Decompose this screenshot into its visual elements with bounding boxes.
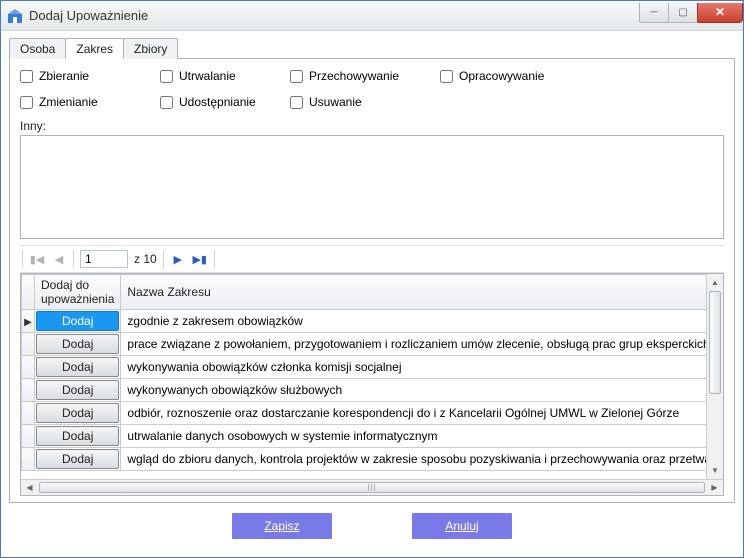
hscroll-thumb[interactable] xyxy=(39,482,705,493)
maximize-button[interactable]: ▢ xyxy=(668,3,698,23)
description-cell: utrwalanie danych osobowych w systemie i… xyxy=(121,425,706,448)
prev-page-icon[interactable]: ◀ xyxy=(51,251,67,267)
tab-strip: Osoba Zakres Zbiory xyxy=(9,37,735,59)
add-button[interactable]: Dodaj xyxy=(36,403,119,423)
check-zbieranie[interactable]: Zbieranie xyxy=(20,69,160,83)
save-button[interactable]: Zapisz xyxy=(232,513,332,539)
action-cell: Dodaj xyxy=(35,448,121,471)
table-row[interactable]: Dodajwykonywanych obowiązków służbowych xyxy=(22,379,707,402)
action-cell: Dodaj xyxy=(35,356,121,379)
row-header xyxy=(22,448,35,471)
check-opracowywanie[interactable]: Opracowywanie xyxy=(440,69,600,83)
scroll-right-icon[interactable]: ▶ xyxy=(706,480,723,495)
check-usuwanie[interactable]: Usuwanie xyxy=(290,95,440,109)
inny-textarea[interactable] xyxy=(20,135,724,239)
last-page-icon[interactable]: ▶▮ xyxy=(192,251,208,267)
scroll-up-icon[interactable]: ▲ xyxy=(707,274,723,291)
tab-body-zakres: Zbieranie Utrwalanie Przechowywanie Opra… xyxy=(9,59,735,503)
description-cell: wykonywania obowiązków członka komisji s… xyxy=(121,356,706,379)
table-row[interactable]: Dodajwykonywania obowiązków członka komi… xyxy=(22,356,707,379)
footer: Zapisz Anuluj xyxy=(9,503,735,549)
next-page-icon[interactable]: ▶ xyxy=(170,251,186,267)
description-cell: wykonywanych obowiązków służbowych xyxy=(121,379,706,402)
row-header xyxy=(22,425,35,448)
tab-zbiory[interactable]: Zbiory xyxy=(123,38,178,59)
row-pointer-icon: ▶ xyxy=(24,317,32,328)
check-zmienianie[interactable]: Zmienianie xyxy=(20,95,160,109)
checkbox-grid: Zbieranie Utrwalanie Przechowywanie Opra… xyxy=(20,69,724,109)
corner-header xyxy=(22,275,35,310)
add-button[interactable]: Dodaj xyxy=(36,334,119,354)
check-utrwalanie[interactable]: Utrwalanie xyxy=(160,69,290,83)
description-cell: wgląd do zbioru danych, kontrola projekt… xyxy=(121,448,706,471)
cancel-button[interactable]: Anuluj xyxy=(412,513,512,539)
column-header-name[interactable]: Nazwa Zakresu xyxy=(121,275,706,310)
add-button[interactable]: Dodaj xyxy=(36,311,119,331)
content-area: Osoba Zakres Zbiory Zbieranie Utrwalanie… xyxy=(1,31,743,557)
table-row[interactable]: Dodajwgląd do zbioru danych, kontrola pr… xyxy=(22,448,707,471)
pager-separator xyxy=(22,250,23,268)
table-row[interactable]: Dodajodbiór, roznoszenie oraz dostarczan… xyxy=(22,402,707,425)
add-button[interactable]: Dodaj xyxy=(36,449,119,469)
add-button[interactable]: Dodaj xyxy=(36,426,119,446)
check-przechowywanie[interactable]: Przechowywanie xyxy=(290,69,440,83)
scroll-down-icon[interactable]: ▼ xyxy=(707,462,723,479)
row-header xyxy=(22,356,35,379)
window-title: Dodaj Upoważnienie xyxy=(29,8,640,23)
pager-separator xyxy=(73,250,74,268)
tab-zakres[interactable]: Zakres xyxy=(65,38,124,59)
row-header: ▶ xyxy=(22,310,35,333)
row-header xyxy=(22,379,35,402)
row-header xyxy=(22,333,35,356)
column-header-add[interactable]: Dodaj do upoważnienia xyxy=(35,275,121,310)
pager-separator xyxy=(163,250,164,268)
check-udostepnianie[interactable]: Udostępnianie xyxy=(160,95,290,109)
action-cell: Dodaj xyxy=(35,425,121,448)
tab-osoba[interactable]: Osoba xyxy=(9,38,66,59)
checkbox-przechowywanie[interactable] xyxy=(290,70,303,83)
checkbox-opracowywanie[interactable] xyxy=(440,70,453,83)
action-cell: Dodaj xyxy=(35,333,121,356)
close-button[interactable]: ✕ xyxy=(697,3,743,23)
checkbox-zbieranie[interactable] xyxy=(20,70,33,83)
page-number-input[interactable] xyxy=(80,250,128,268)
scroll-thumb[interactable] xyxy=(709,291,721,394)
titlebar[interactable]: Dodaj Upoważnienie ─ ▢ ✕ xyxy=(1,1,743,31)
main-window: Dodaj Upoważnienie ─ ▢ ✕ Osoba Zakres Zb… xyxy=(0,0,744,558)
inny-label: Inny: xyxy=(20,119,724,133)
table-row[interactable]: Dodajprace związane z powołaniem, przygo… xyxy=(22,333,707,356)
add-button[interactable]: Dodaj xyxy=(36,380,119,400)
minimize-button[interactable]: ─ xyxy=(639,3,669,23)
action-cell: Dodaj xyxy=(35,310,121,333)
data-grid: Dodaj do upoważnienia Nazwa Zakresu ▶ Dod… xyxy=(20,273,724,496)
table-row[interactable]: Dodajutrwalanie danych osobowych w syste… xyxy=(22,425,707,448)
table-row[interactable]: ▶ Dodajzgodnie z zakresem obowiązków xyxy=(22,310,707,333)
checkbox-udostepnianie[interactable] xyxy=(160,96,173,109)
description-cell: odbiór, roznoszenie oraz dostarczanie ko… xyxy=(121,402,706,425)
add-button[interactable]: Dodaj xyxy=(36,357,119,377)
scroll-left-icon[interactable]: ◀ xyxy=(21,480,38,495)
action-cell: Dodaj xyxy=(35,379,121,402)
first-page-icon[interactable]: ▮◀ xyxy=(29,251,45,267)
pager: ▮◀ ◀ z 10 ▶ ▶▮ xyxy=(20,245,724,273)
description-cell: zgodnie z zakresem obowiązków xyxy=(121,310,706,333)
page-total-label: z 10 xyxy=(134,252,157,266)
app-icon xyxy=(7,8,23,24)
checkbox-utrwalanie[interactable] xyxy=(160,70,173,83)
window-controls: ─ ▢ ✕ xyxy=(640,3,743,25)
checkbox-usuwanie[interactable] xyxy=(290,96,303,109)
data-table: Dodaj do upoważnienia Nazwa Zakresu ▶ Dod… xyxy=(21,274,706,471)
pager-separator xyxy=(214,250,215,268)
row-header xyxy=(22,402,35,425)
checkbox-zmienianie[interactable] xyxy=(20,96,33,109)
description-cell: prace związane z powołaniem, przygotowan… xyxy=(121,333,706,356)
action-cell: Dodaj xyxy=(35,402,121,425)
vertical-scrollbar[interactable]: ▲ ▼ xyxy=(706,274,723,479)
horizontal-scrollbar[interactable]: ◀ ▶ xyxy=(21,479,723,495)
